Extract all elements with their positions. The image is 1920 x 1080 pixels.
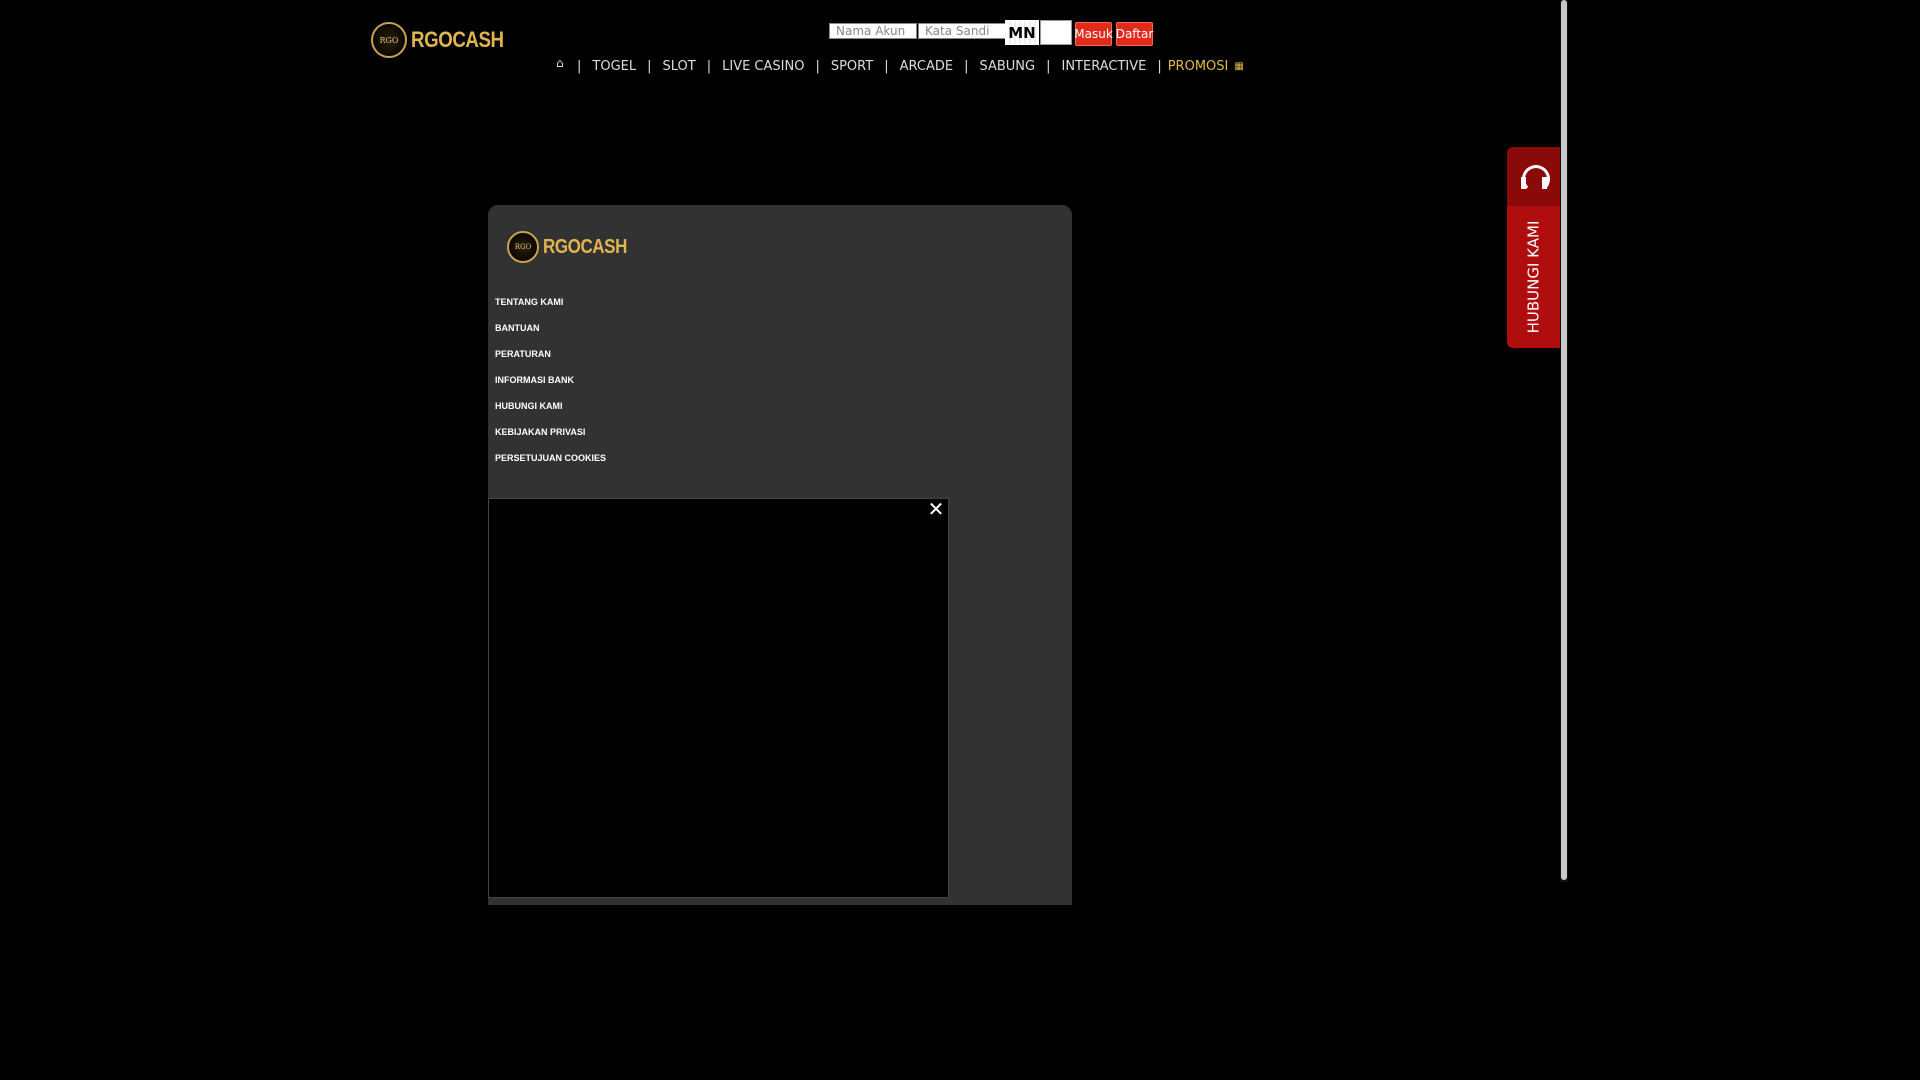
nav-separator: | <box>884 58 889 74</box>
logo-emblem: RGO <box>371 22 407 58</box>
contact-widget[interactable]: HUBUNGI KAMI <box>1507 147 1560 348</box>
nav-separator: | <box>647 58 652 74</box>
nav-separator: | <box>964 58 969 74</box>
site-logo[interactable]: RGO RGOCASH <box>371 22 520 58</box>
contact-label[interactable]: HUBUNGI KAMI <box>1507 206 1560 348</box>
gift-icon: ▦ <box>1234 60 1244 72</box>
captcha-image: MN <box>1005 20 1039 45</box>
nav-separator: | <box>1157 58 1162 74</box>
link-peraturan[interactable]: PERATURAN <box>495 349 606 375</box>
contact-label-text: HUBUNGI KAMI <box>1524 220 1543 334</box>
contact-icon-area[interactable] <box>1507 147 1560 206</box>
close-icon[interactable]: ✕ <box>926 499 946 519</box>
home-icon[interactable] <box>556 56 566 71</box>
link-bantuan[interactable]: BANTUAN <box>495 323 606 349</box>
logo-text: RGOCASH <box>411 27 504 52</box>
scrollbar[interactable] <box>1560 0 1568 882</box>
link-persetujuan-cookies[interactable]: PERSETUJUAN COOKIES <box>495 453 606 479</box>
nav-item-sabung[interactable]: SABUNG <box>979 59 1035 74</box>
nav-item-promosi[interactable]: PROMOSI <box>1168 59 1229 74</box>
nav-item-arcade[interactable]: ARCADE <box>900 59 953 74</box>
login-button[interactable]: Masuk <box>1074 22 1113 46</box>
nav-item-togel[interactable]: TOGEL <box>592 59 636 74</box>
register-button[interactable]: Daftar <box>1116 22 1153 46</box>
nav-separator: | <box>1046 58 1051 74</box>
link-kebijakan-privasi[interactable]: KEBIJAKAN PRIVASI <box>495 427 606 453</box>
username-input[interactable] <box>829 23 917 39</box>
link-hubungi-kami[interactable]: HUBUNGI KAMI <box>495 401 606 427</box>
nav-item-sport[interactable]: SPORT <box>831 59 873 74</box>
footer-links: TENTANG KAMI BANTUAN PERATURAN INFORMASI… <box>495 297 606 479</box>
nav-item-live-casino[interactable]: LIVE CASINO <box>722 59 804 74</box>
main-nav: | TOGEL | SLOT | LIVE CASINO | SPORT | A… <box>556 56 1244 75</box>
nav-separator: | <box>706 58 712 74</box>
headset-icon <box>1519 162 1550 193</box>
logo-emblem: RGO <box>507 231 539 263</box>
nav-item-interactive[interactable]: INTERACTIVE <box>1061 59 1146 74</box>
nav-separator: | <box>577 58 582 74</box>
link-informasi-bank[interactable]: INFORMASI BANK <box>495 375 606 401</box>
nav-item-slot[interactable]: SLOT <box>663 59 696 74</box>
nav-separator: | <box>815 58 820 74</box>
password-input[interactable] <box>918 23 1006 39</box>
logo-text: RGOCASH <box>543 235 627 258</box>
popup-panel: ✕ <box>488 498 949 898</box>
scrollbar-thumb[interactable] <box>1561 0 1567 880</box>
link-tentang-kami[interactable]: TENTANG KAMI <box>495 297 606 323</box>
footer-logo: RGO RGOCASH <box>507 231 642 263</box>
captcha-input[interactable] <box>1040 20 1072 45</box>
